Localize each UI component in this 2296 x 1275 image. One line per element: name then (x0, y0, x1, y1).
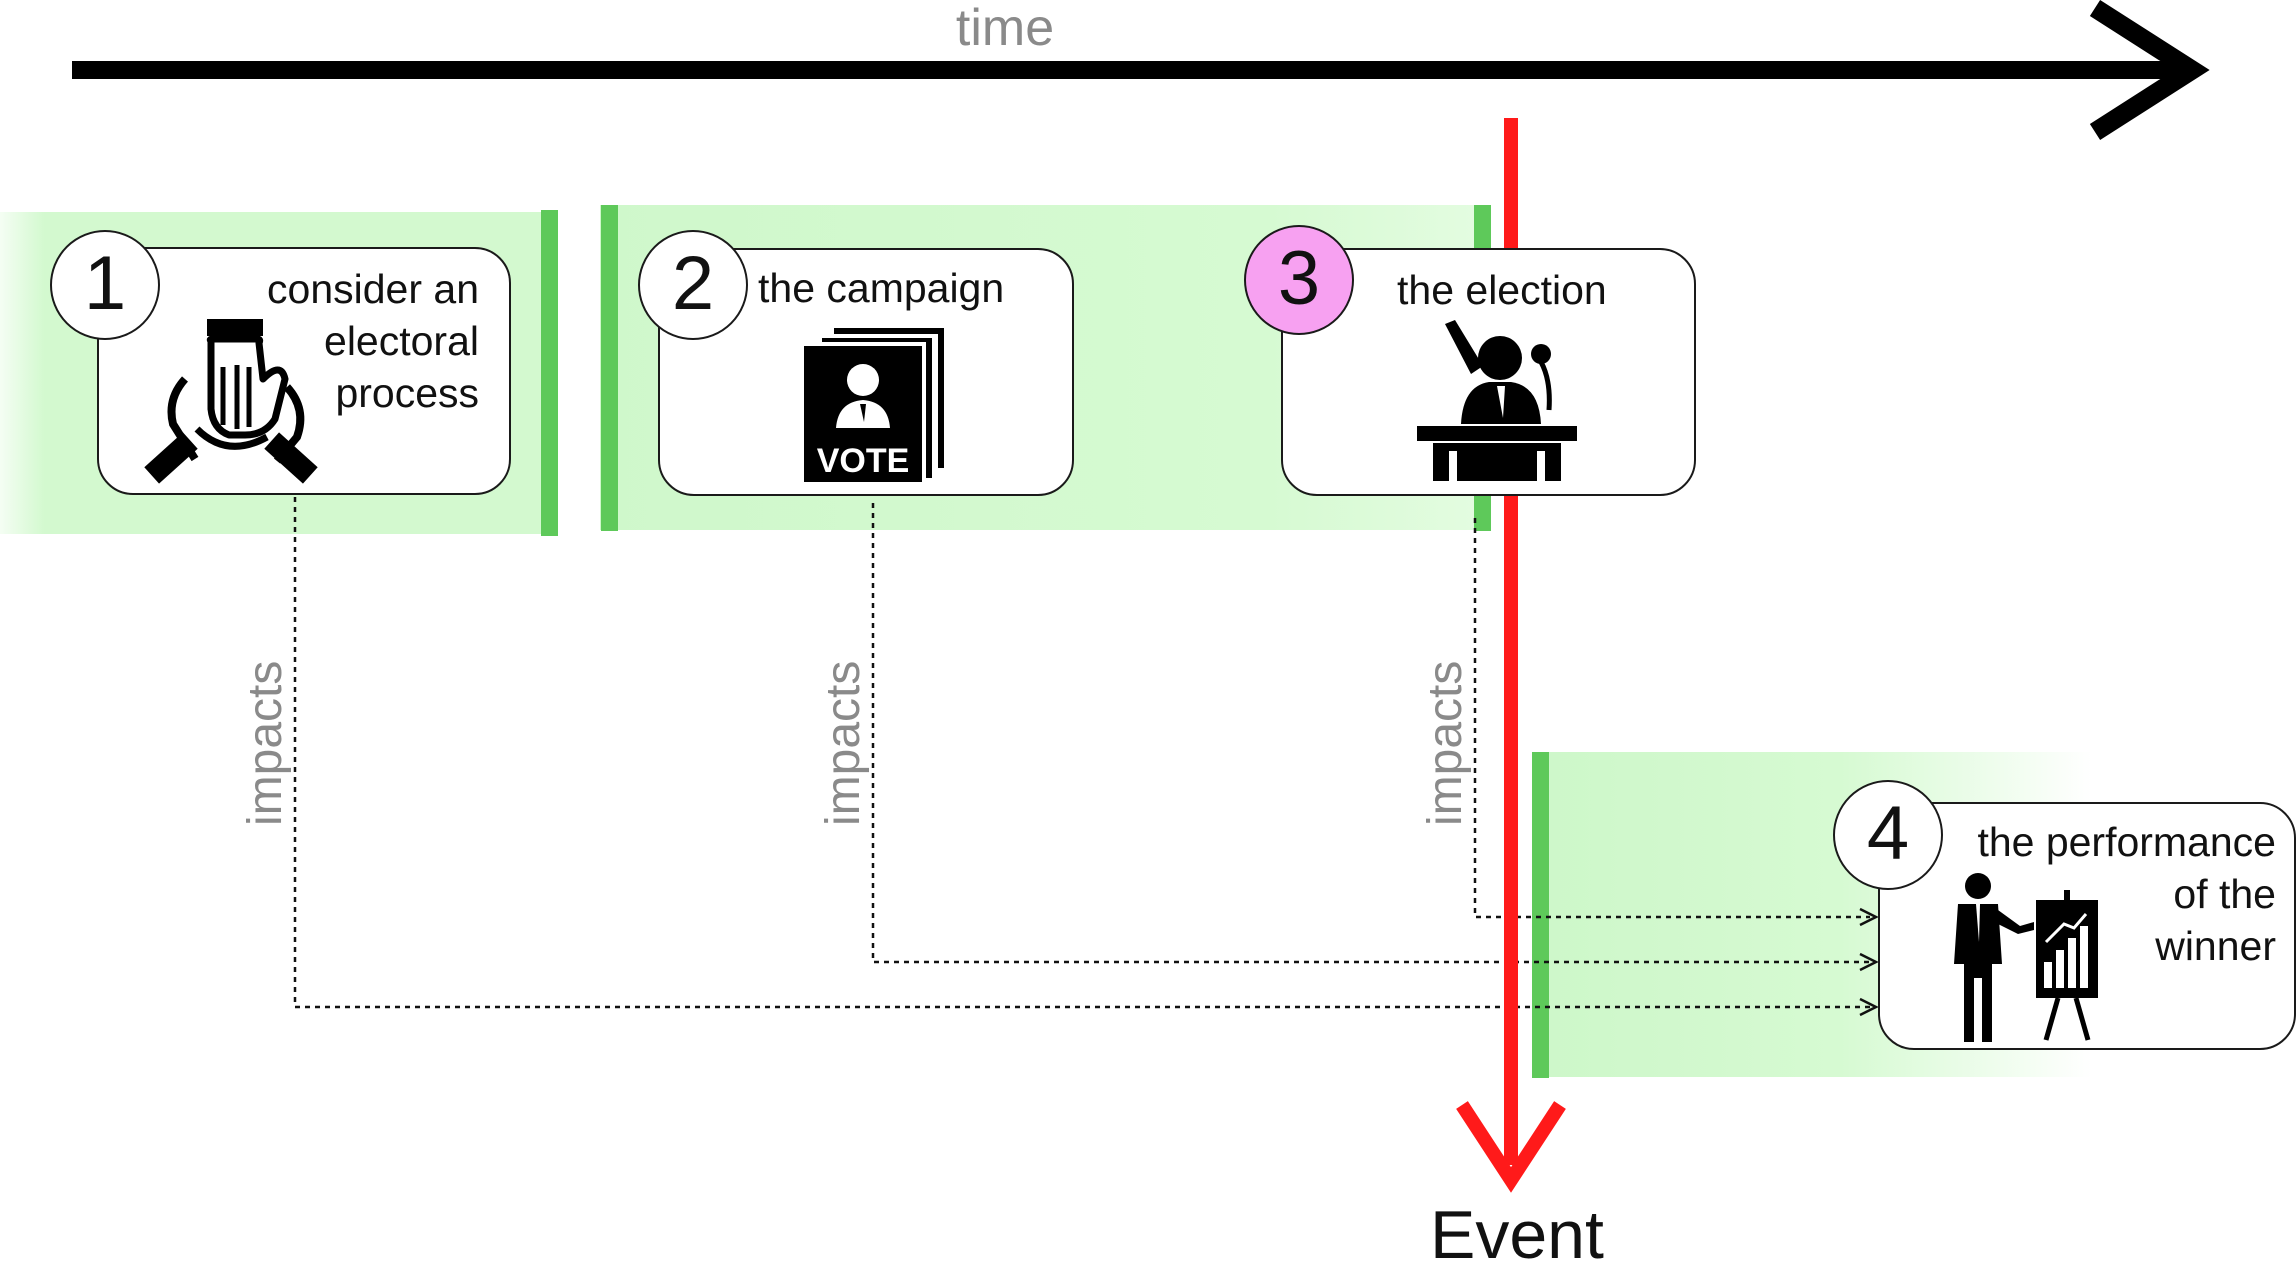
vote-ballot-icon: VOTE (804, 328, 944, 482)
impact-connector-1 (293, 497, 1870, 1009)
phase-2-number: 2 (638, 230, 748, 340)
phase-3-number: 3 (1244, 225, 1354, 335)
impact-connector-3 (1473, 518, 1870, 919)
phase-3-text: the election (1397, 267, 1607, 313)
impacts-label-2: impacts (817, 660, 870, 826)
phase-1-number: 1 (50, 230, 160, 340)
phase-2-text: the campaign (758, 265, 1005, 311)
impact-connector-2 (871, 503, 1870, 964)
event-label: Event (1430, 1197, 1604, 1273)
phase-4-number: 4 (1833, 780, 1943, 890)
joined-hands-icon (144, 319, 318, 484)
connector-overlay (72, 0, 2210, 1193)
impacts-label-3: impacts (1419, 660, 1472, 826)
impacts-label-1: impacts (239, 660, 292, 826)
speaker-podium-icon (1417, 320, 1577, 481)
svg-text:VOTE: VOTE (817, 442, 910, 480)
presenter-chart-icon (1954, 873, 2098, 1042)
